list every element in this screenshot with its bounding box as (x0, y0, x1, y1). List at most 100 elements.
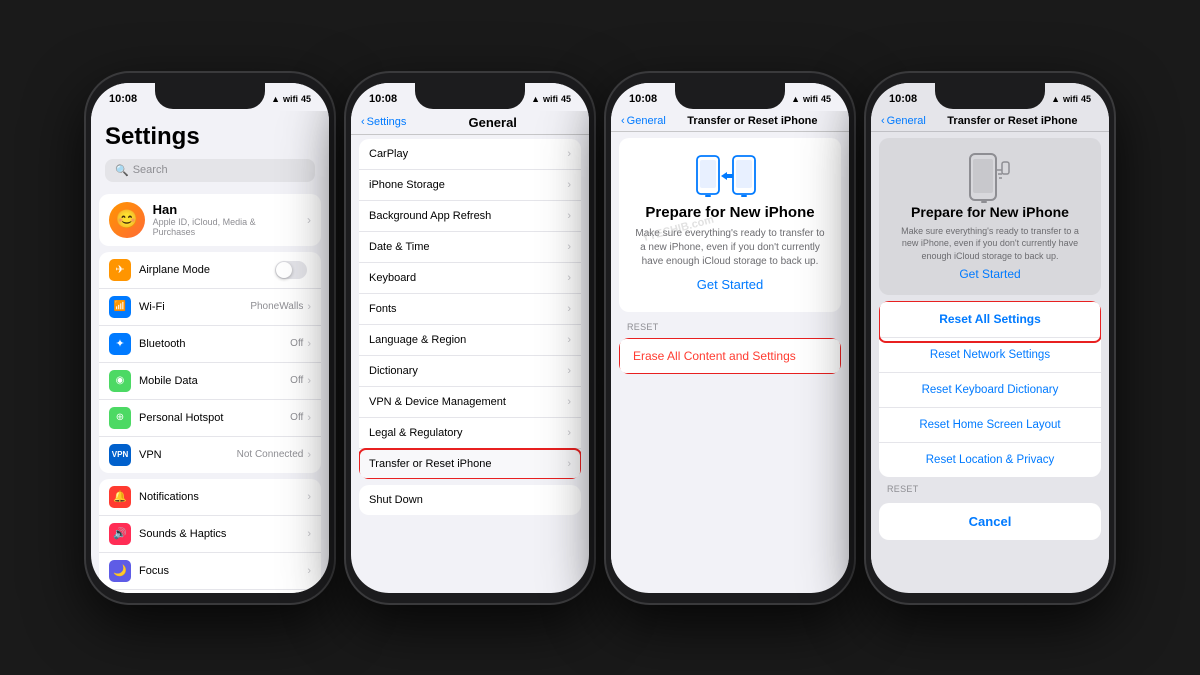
general-back-button[interactable]: ‹ Settings (361, 116, 406, 128)
avatar-emoji: 😊 (116, 209, 138, 230)
phone-2: 10:08 ▲ wifi 45 ‹ Settings General CarPl… (346, 73, 594, 603)
transfer-back-button[interactable]: ‹ General (621, 115, 666, 127)
vpn-device-item[interactable]: VPN & Device Management › (359, 387, 581, 418)
legal-item[interactable]: Legal & Regulatory › (359, 418, 581, 449)
iphone-storage-item[interactable]: iPhone Storage › (359, 170, 581, 201)
status-time-4: 10:08 (889, 93, 917, 105)
reset-location-option[interactable]: Reset Location & Privacy (879, 443, 1101, 477)
mobile-data-item[interactable]: ◉ Mobile Data Off › (99, 363, 321, 400)
status-icons-1: ▲ wifi 45 (271, 94, 311, 104)
cancel-container: Cancel (879, 503, 1101, 540)
notifications-item[interactable]: 🔔 Notifications › (99, 479, 321, 516)
user-sub: Apple ID, iCloud, Media & Purchases (153, 217, 299, 237)
date-time-label: Date & Time (369, 241, 567, 253)
notch-1 (155, 83, 265, 109)
hotspot-item[interactable]: ⊕ Personal Hotspot Off › (99, 400, 321, 437)
bluetooth-chevron-icon: › (307, 338, 311, 350)
hotspot-chevron-icon: › (307, 412, 311, 424)
battery-icon-4: 45 (1081, 94, 1091, 104)
notch-3 (675, 83, 785, 109)
vpn-chevron-icon: › (307, 449, 311, 461)
wifi-value: PhoneWalls (250, 301, 303, 312)
bluetooth-label: Bluetooth (139, 338, 290, 350)
status-icons-3: ▲ wifi 45 (791, 94, 831, 104)
mobile-icon: ◉ (109, 370, 131, 392)
wifi-icon-3: wifi (803, 94, 818, 104)
transfer-nav-title: Transfer or Reset iPhone (687, 115, 817, 127)
iphone-storage-chevron-icon: › (567, 179, 571, 191)
transfer-reset-chevron-icon: › (567, 458, 571, 470)
notif-icon: 🔔 (109, 486, 131, 508)
vpn-device-chevron-icon: › (567, 396, 571, 408)
wifi-icon-4: wifi (1063, 94, 1078, 104)
reset-footer-label: Reset (871, 481, 1109, 497)
prepare-card-4: Prepare for New iPhone Make sure everyth… (879, 138, 1101, 296)
bluetooth-item[interactable]: ✦ Bluetooth Off › (99, 326, 321, 363)
vpn-item[interactable]: VPN VPN Not Connected › (99, 437, 321, 473)
carplay-chevron-icon: › (567, 148, 571, 160)
general-nav-bar: ‹ Settings General (351, 111, 589, 135)
sounds-icon: 🔊 (109, 523, 131, 545)
keyboard-chevron-icon: › (567, 272, 571, 284)
date-time-chevron-icon: › (567, 241, 571, 253)
reset-back-button[interactable]: ‹ General (881, 115, 926, 127)
reset-network-option[interactable]: Reset Network Settings (879, 338, 1101, 373)
airplane-icon: ✈ (109, 259, 131, 281)
hotspot-label: Personal Hotspot (139, 412, 290, 424)
keyboard-item[interactable]: Keyboard › (359, 263, 581, 294)
transfer-screen-content: Prepare for New iPhone Make sure everyth… (611, 132, 849, 578)
date-time-item[interactable]: Date & Time › (359, 232, 581, 263)
get-started-button[interactable]: Get Started (697, 277, 763, 292)
reset-section-label: Reset (611, 318, 849, 334)
sounds-label: Sounds & Haptics (139, 528, 307, 540)
fonts-item[interactable]: Fonts › (359, 294, 581, 325)
user-chevron-icon: › (307, 213, 311, 227)
erase-button[interactable]: Erase All Content and Settings (619, 338, 841, 374)
shut-down-item[interactable]: Shut Down (359, 485, 581, 515)
cancel-button[interactable]: Cancel (879, 503, 1101, 540)
transfer-reset-item[interactable]: Transfer or Reset iPhone › (359, 449, 581, 479)
user-name: Han (153, 202, 299, 217)
status-icons-2: ▲ wifi 45 (531, 94, 571, 104)
reset-home-screen-option[interactable]: Reset Home Screen Layout (879, 408, 1101, 443)
wifi-icon-2: wifi (543, 94, 558, 104)
signal-icon-2: ▲ (531, 94, 540, 104)
settings-title: Settings (105, 119, 315, 155)
sounds-item[interactable]: 🔊 Sounds & Haptics › (99, 516, 321, 553)
bg-app-refresh-item[interactable]: Background App Refresh › (359, 201, 581, 232)
search-icon: 🔍 (115, 164, 129, 177)
airplane-label: Airplane Mode (139, 264, 275, 276)
bg-app-refresh-label: Background App Refresh (369, 210, 567, 222)
screen-time-item[interactable]: ⏱ Screen Time › (99, 590, 321, 593)
signal-icon: ▲ (271, 94, 280, 104)
search-bar[interactable]: 🔍 Search (105, 159, 315, 182)
phone-1: 10:08 ▲ wifi 45 Settings 🔍 Search (86, 73, 334, 603)
general-nav-title: General (469, 115, 517, 130)
wifi-label: Wi-Fi (139, 301, 250, 313)
reset-keyboard-option[interactable]: Reset Keyboard Dictionary (879, 373, 1101, 408)
reset-all-settings-option[interactable]: Reset All Settings (879, 301, 1101, 338)
bg-app-refresh-chevron-icon: › (567, 210, 571, 222)
status-time-2: 10:08 (369, 93, 397, 105)
notif-label: Notifications (139, 491, 307, 503)
airplane-toggle[interactable] (275, 261, 307, 279)
general-screen-content: CarPlay › iPhone Storage › Background Ap… (351, 135, 589, 581)
wifi-item[interactable]: 📶 Wi-Fi PhoneWalls › (99, 289, 321, 326)
dictionary-item[interactable]: Dictionary › (359, 356, 581, 387)
dictionary-label: Dictionary (369, 365, 567, 377)
status-icons-4: ▲ wifi 45 (1051, 94, 1091, 104)
get-started-4[interactable]: Get Started (959, 267, 1020, 281)
carplay-item[interactable]: CarPlay › (359, 139, 581, 170)
search-placeholder: Search (133, 164, 168, 176)
user-profile[interactable]: 😊 Han Apple ID, iCloud, Media & Purchase… (99, 194, 321, 246)
airplane-mode-item[interactable]: ✈ Airplane Mode (99, 252, 321, 289)
user-info: Han Apple ID, iCloud, Media & Purchases (153, 202, 299, 237)
reset-nav-bar: ‹ General Transfer or Reset iPhone (871, 111, 1109, 132)
signal-icon-4: ▲ (1051, 94, 1060, 104)
focus-item[interactable]: 🌙 Focus › (99, 553, 321, 590)
reset-nav-title: Transfer or Reset iPhone (947, 115, 1077, 127)
language-region-item[interactable]: Language & Region › (359, 325, 581, 356)
bluetooth-value: Off (290, 338, 303, 349)
vpn-label: VPN (139, 449, 237, 461)
hotspot-value: Off (290, 412, 303, 423)
